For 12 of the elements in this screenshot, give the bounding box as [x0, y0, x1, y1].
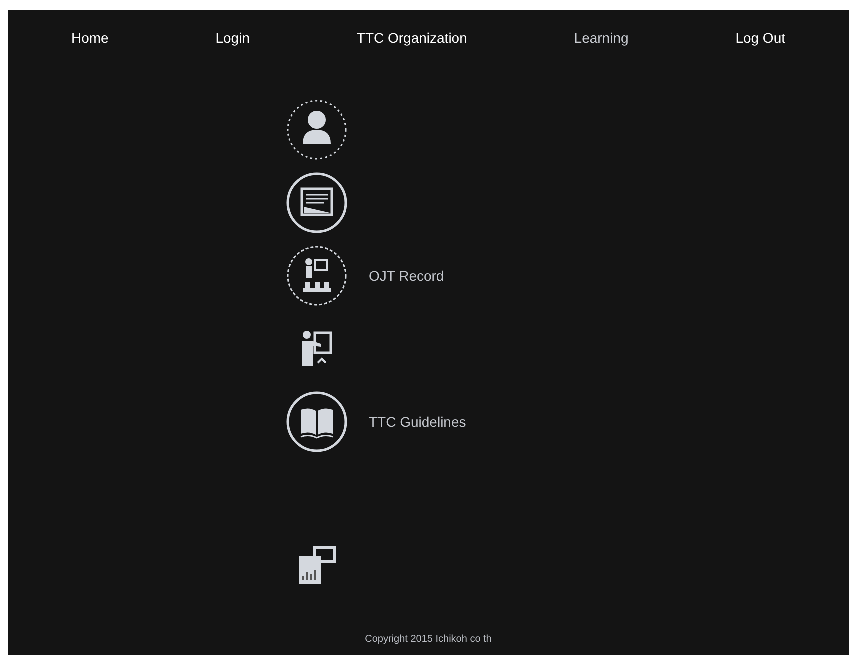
person-icon[interactable]: [285, 98, 349, 162]
trainer-icon[interactable]: [285, 244, 349, 308]
nav-link[interactable]: Log Out: [730, 26, 792, 51]
nav-link[interactable]: Login: [210, 26, 256, 51]
nav-link[interactable]: TTC Organization: [350, 26, 474, 51]
book-icon[interactable]: [285, 390, 349, 454]
nav-link[interactable]: Home: [65, 26, 115, 51]
menu-link[interactable]: OJT Record: [369, 266, 444, 286]
nav-link[interactable]: Learning: [568, 26, 635, 51]
menu-link[interactable]: TTC Guidelines: [369, 412, 466, 432]
presentation-icon[interactable]: [285, 171, 349, 235]
copyright-text: Copyright 2015 Ichikoh co th: [364, 633, 493, 647]
